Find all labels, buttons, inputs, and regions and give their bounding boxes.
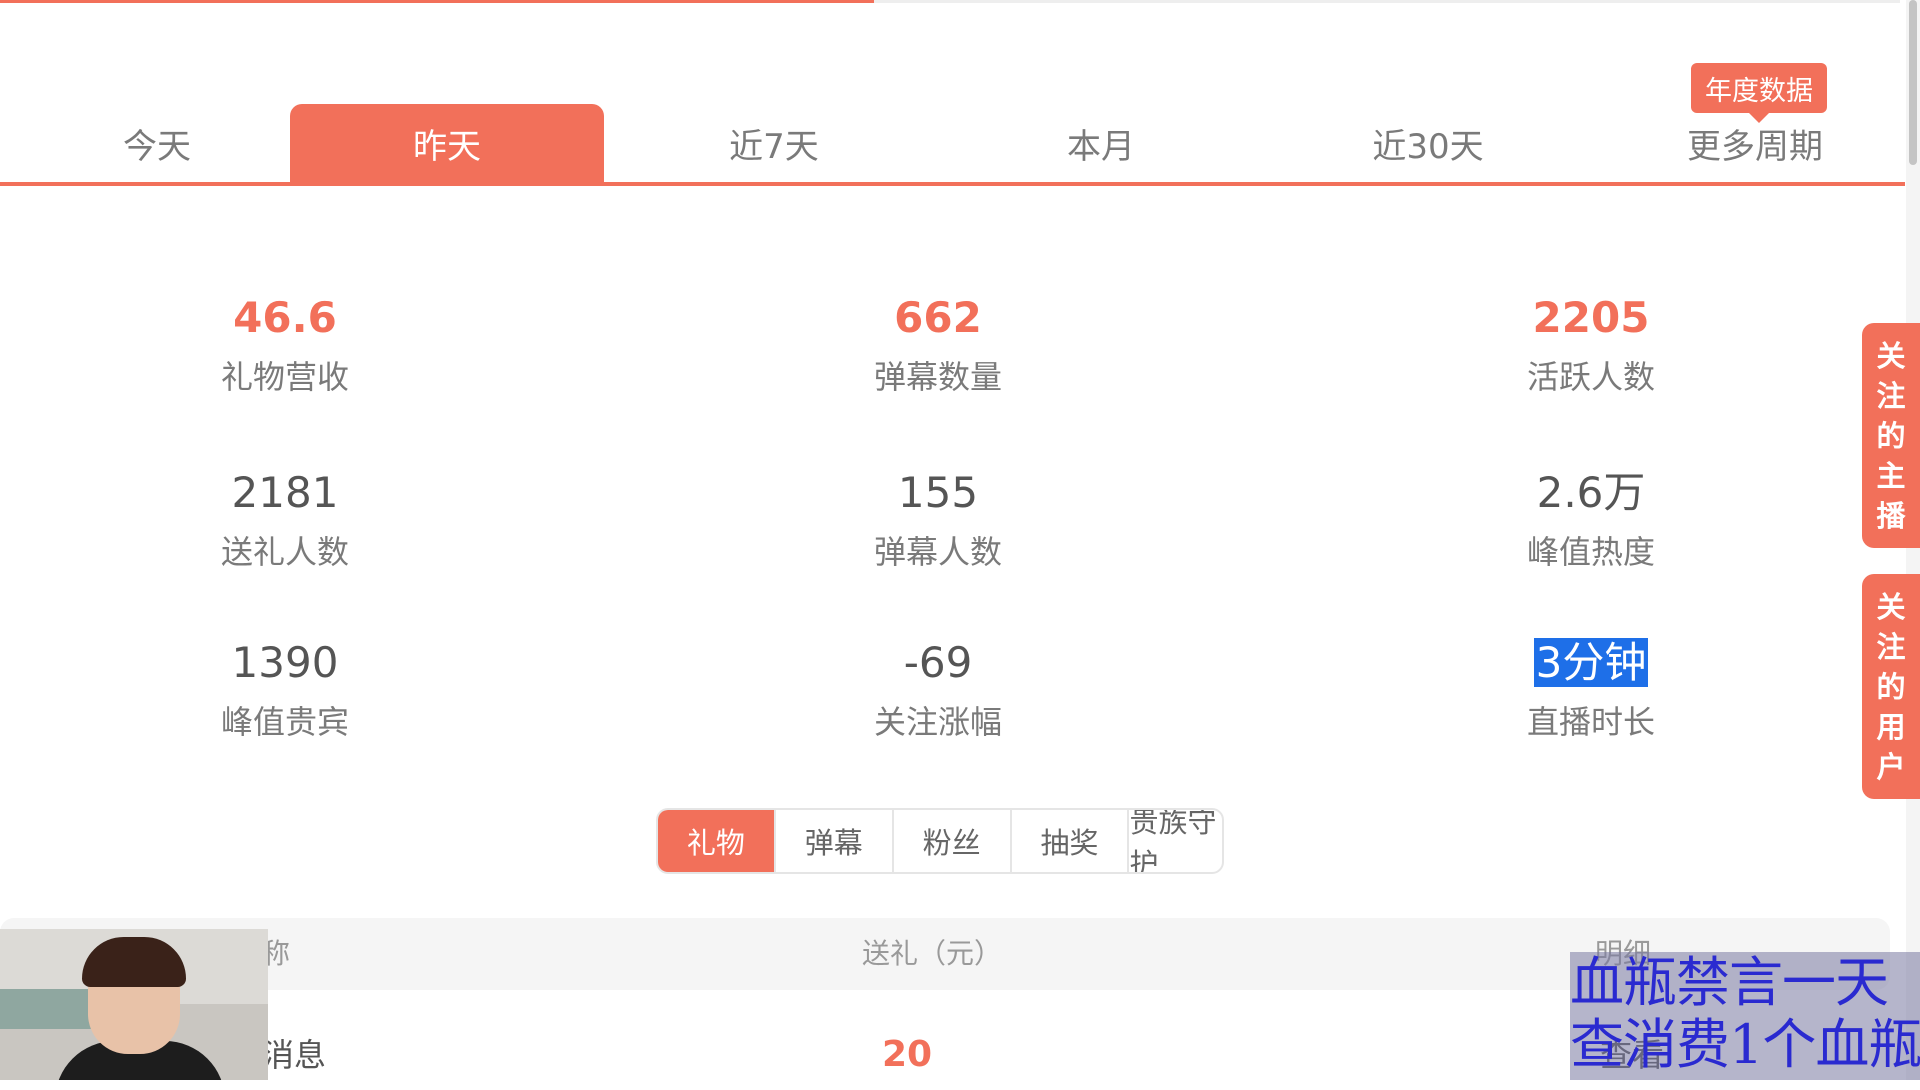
- stat-value: -69: [903, 638, 973, 687]
- stat-gift-senders: 2181 送礼人数: [75, 465, 495, 573]
- stat-label: 弹幕人数: [873, 533, 1002, 571]
- side-button-label: 关注的用户: [1876, 589, 1906, 784]
- stat-value: 2181: [231, 468, 339, 517]
- stat-value: 2205: [1532, 293, 1650, 342]
- stat-label: 礼物营收: [220, 358, 349, 396]
- page-progress-fill: [0, 0, 874, 3]
- segment-fans[interactable]: 粉丝: [894, 810, 1012, 872]
- stat-danmaku-users: 155 弹幕人数: [728, 465, 1148, 573]
- column-header-gift-amount: 送礼（元）: [862, 937, 1003, 970]
- segment-danmaku[interactable]: 弹幕: [776, 810, 894, 872]
- webcam-overlay: [0, 929, 268, 1080]
- stat-value: 155: [897, 468, 979, 517]
- stat-value: 662: [894, 293, 982, 342]
- stat-label: 峰值贵宾: [220, 703, 349, 741]
- detail-type-switch: 礼物 弹幕 粉丝 抽奖 贵族守护: [656, 808, 1224, 874]
- side-button-label: 关注的主播: [1876, 338, 1906, 533]
- stat-value: 2.6万: [1536, 468, 1646, 517]
- tab-last-30-days[interactable]: 近30天: [1271, 104, 1585, 182]
- segment-noble-guard[interactable]: 贵族守护: [1129, 810, 1222, 872]
- tab-yesterday[interactable]: 昨天: [290, 104, 604, 182]
- stat-value-selected: 3分钟: [1533, 638, 1649, 687]
- stat-label: 直播时长: [1526, 703, 1655, 741]
- stat-label: 弹幕数量: [873, 358, 1002, 396]
- stat-follower-change: -69 关注涨幅: [728, 635, 1148, 743]
- stat-label: 送礼人数: [220, 533, 349, 571]
- stat-value-wrapper: 3分钟: [1381, 635, 1801, 691]
- stat-label: 关注涨幅: [873, 703, 1002, 741]
- segment-lottery[interactable]: 抽奖: [1012, 810, 1130, 872]
- stat-value: 46.6: [233, 293, 337, 342]
- tab-this-month[interactable]: 本月: [944, 104, 1258, 182]
- stat-gift-revenue: 46.6 礼物营收: [75, 290, 495, 398]
- stat-peak-popularity: 2.6万 峰值热度: [1381, 465, 1801, 573]
- stat-stream-duration: 3分钟 直播时长: [1381, 635, 1801, 743]
- caption-line-2: 查消费1个血瓶: [1570, 1013, 1920, 1076]
- tab-today[interactable]: 今天: [0, 104, 314, 182]
- stat-value: 1390: [231, 638, 339, 687]
- tab-last-7-days[interactable]: 近7天: [617, 104, 931, 182]
- stream-caption-overlay: 血瓶禁言一天 查消费1个血瓶: [1570, 952, 1920, 1080]
- stat-peak-vip: 1390 峰值贵宾: [75, 635, 495, 743]
- stat-danmaku-count: 662 弹幕数量: [728, 290, 1148, 398]
- caption-line-1: 血瓶禁言一天: [1570, 951, 1889, 1014]
- segment-gifts[interactable]: 礼物: [658, 810, 776, 872]
- page-progress-track: [0, 0, 1900, 3]
- followed-streamers-button[interactable]: 关注的主播: [1862, 323, 1920, 548]
- followed-users-button[interactable]: 关注的用户: [1862, 574, 1920, 799]
- period-tabs: 今天 昨天 近7天 本月 近30天 更多周期: [0, 104, 1905, 186]
- stat-active-users: 2205 活跃人数: [1381, 290, 1801, 398]
- annual-data-badge[interactable]: 年度数据: [1691, 63, 1827, 123]
- stat-label: 活跃人数: [1526, 358, 1655, 396]
- stat-label: 峰值热度: [1526, 533, 1655, 571]
